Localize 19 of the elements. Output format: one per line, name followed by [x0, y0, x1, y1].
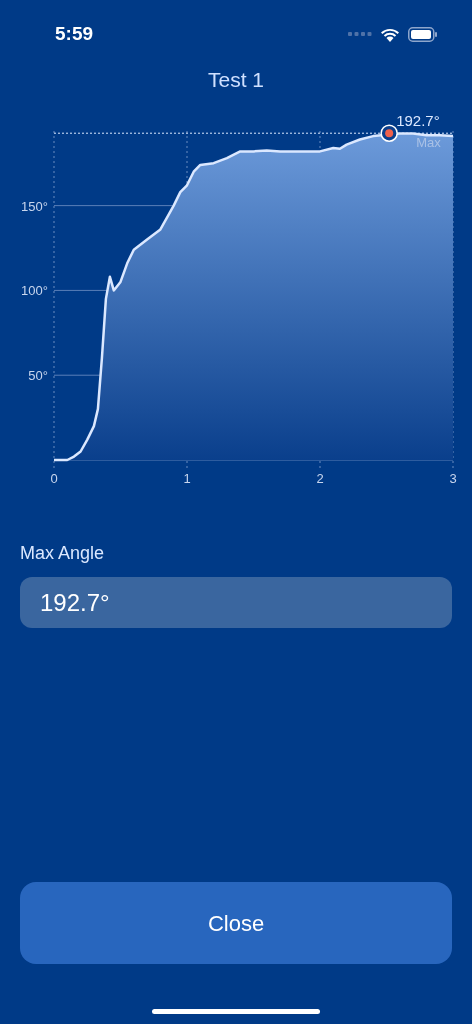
max-marker — [380, 124, 398, 142]
max-angle-label: Max Angle — [20, 542, 106, 565]
status-time: 5:59 — [55, 21, 94, 46]
y-tick-label: 50° — [28, 368, 48, 384]
signal-icon — [348, 31, 372, 37]
y-tick-label: 100° — [21, 283, 48, 299]
x-tick-label: 1 — [183, 471, 191, 486]
x-tick-label: 0 — [50, 471, 58, 486]
battery-icon — [408, 26, 438, 42]
home-indicator[interactable] — [152, 1009, 320, 1014]
wifi-icon — [380, 26, 400, 42]
max-value-label: 192.7° — [396, 112, 440, 130]
screen-title: Test 1 — [208, 67, 264, 93]
x-tick-label: 2 — [316, 471, 324, 486]
max-caption: Max — [416, 135, 441, 151]
y-tick-label: 150° — [21, 198, 48, 214]
close-button[interactable]: Close — [20, 882, 452, 964]
x-tick-label: 3 — [449, 471, 457, 486]
max-angle-field: 192.7° — [20, 577, 452, 628]
